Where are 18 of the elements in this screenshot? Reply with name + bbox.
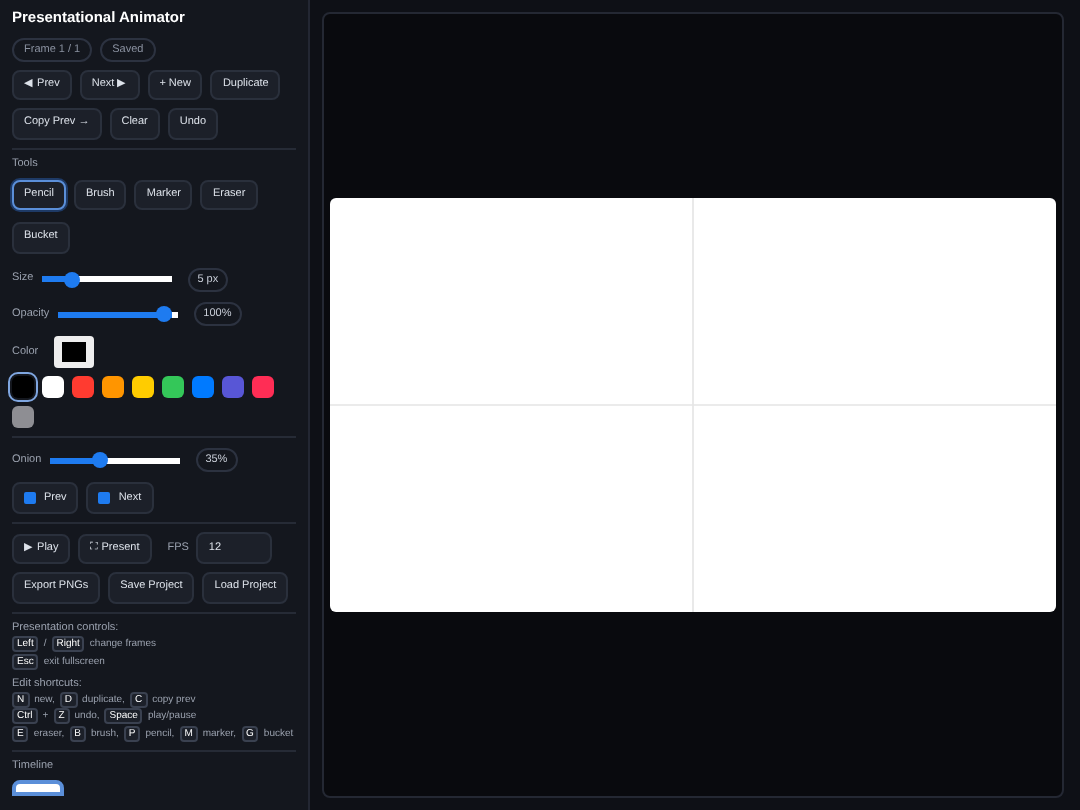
slider-thumb[interactable] [92,452,109,469]
frame-thumbnail[interactable] [12,780,64,797]
color-swatch[interactable] [192,376,214,399]
color-swatch[interactable] [12,376,34,399]
color-swatch[interactable] [222,376,244,399]
slider-thumb[interactable] [156,306,173,322]
color-swatch[interactable] [132,376,154,399]
color-swatch[interactable] [72,376,94,399]
slider-track[interactable] [57,306,178,322]
color-swatch[interactable] [42,376,64,399]
color-swatch[interactable] [102,376,124,399]
color-swatch[interactable] [252,376,274,399]
color-swatch[interactable] [12,406,34,429]
checkbox-icon[interactable] [98,492,111,505]
color-swatch[interactable] [162,376,184,399]
slider-thumb[interactable] [64,271,81,288]
color-picker[interactable] [54,336,95,369]
checkbox-icon[interactable] [24,492,36,505]
